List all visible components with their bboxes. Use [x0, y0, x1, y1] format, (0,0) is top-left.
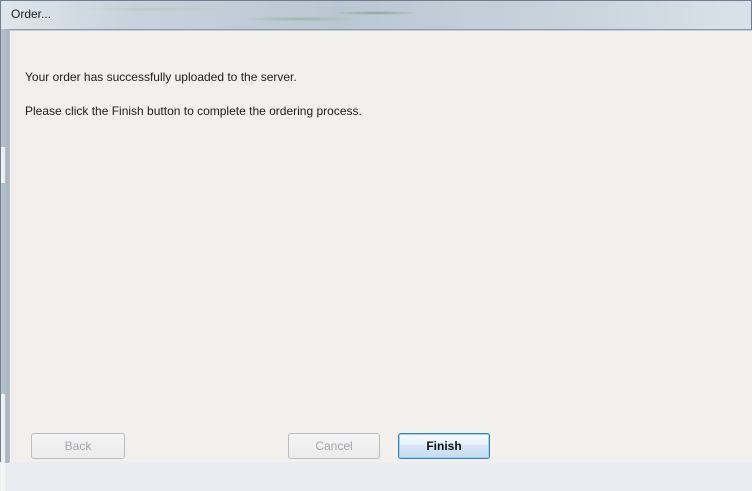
left-window-frame: [1, 29, 9, 491]
frame-highlight-top: [1, 147, 5, 183]
window-title: Order...: [11, 7, 52, 21]
title-bar[interactable]: Order...: [1, 1, 751, 30]
finish-button[interactable]: Finish: [398, 433, 490, 459]
finish-instruction-message: Please click the Finish button to comple…: [25, 104, 362, 118]
cancel-button[interactable]: Cancel: [288, 433, 380, 459]
order-dialog-window: Order... Your order has successfully upl…: [0, 0, 752, 491]
dialog-content-area: [9, 30, 752, 462]
upload-success-message: Your order has successfully uploaded to …: [25, 70, 297, 84]
back-button[interactable]: Back: [31, 433, 125, 459]
frame-highlight-bottom: [1, 394, 5, 491]
